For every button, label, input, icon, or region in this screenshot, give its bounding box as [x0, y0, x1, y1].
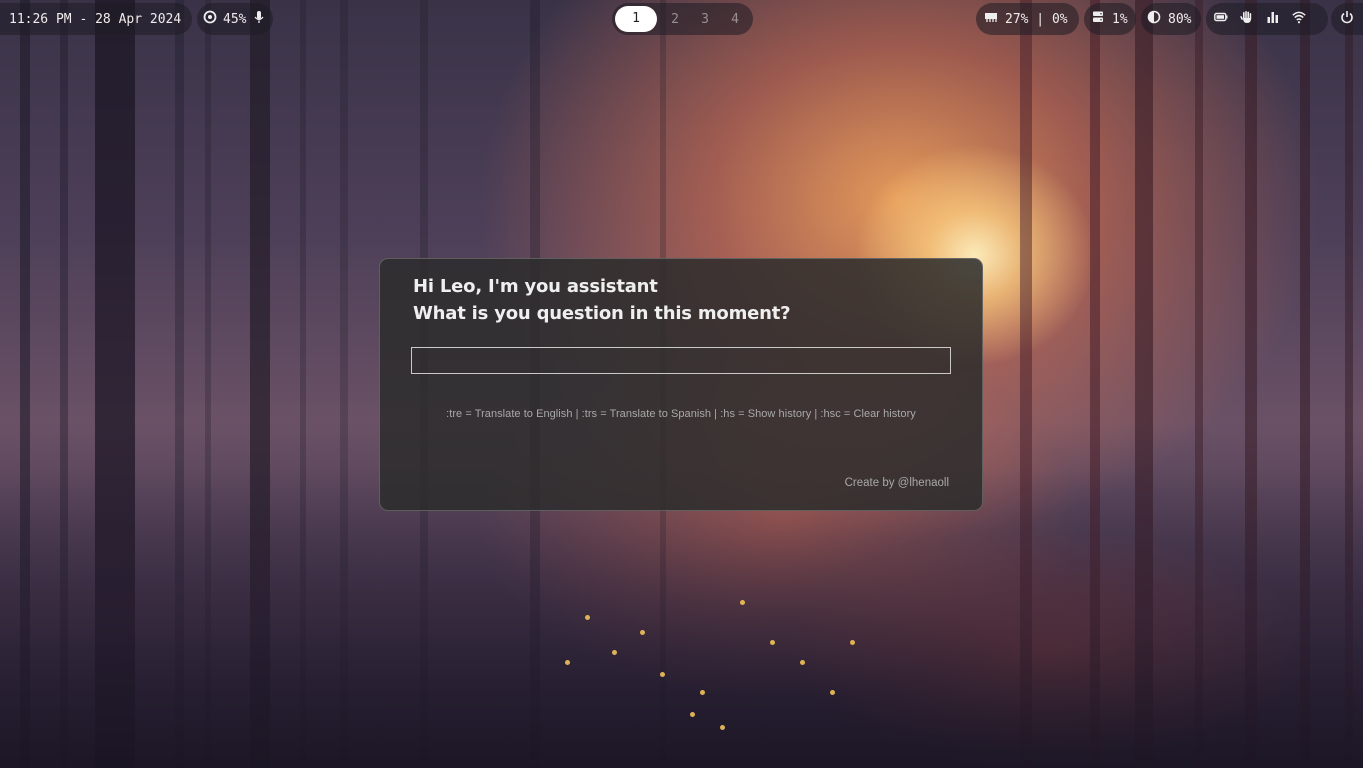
clock-text: 11:26 PM - 28 Apr 2024: [9, 11, 182, 27]
storage-icon: [1091, 10, 1105, 28]
question-input[interactable]: [411, 347, 951, 374]
workspace-4[interactable]: 4: [720, 12, 750, 27]
cpu-widget[interactable]: 27% | 0%: [976, 3, 1079, 35]
brightness-value: 80%: [1168, 11, 1192, 27]
credit-text: Create by @lhenaoll: [844, 477, 949, 489]
volume-value: 45%: [223, 11, 247, 27]
memory-value: 1%: [1112, 11, 1128, 27]
clock[interactable]: 11:26 PM - 28 Apr 2024: [0, 3, 192, 35]
workspace-2[interactable]: 2: [660, 12, 690, 27]
greeting-line-1: Hi Leo, I'm you assistant: [413, 276, 658, 297]
wifi-icon[interactable]: [1292, 10, 1306, 28]
cpu-icon: [984, 10, 998, 28]
volume-widget[interactable]: 45%: [197, 3, 273, 35]
brightness-icon: [1147, 10, 1161, 28]
workspace-1[interactable]: 1: [615, 6, 657, 32]
greeting: Hi Leo, I'm you assistant What is you qu…: [413, 273, 791, 327]
microphone-icon[interactable]: [252, 10, 266, 28]
assistant-dialog: Hi Leo, I'm you assistant What is you qu…: [379, 258, 983, 511]
greeting-line-2: What is you question in this moment?: [413, 303, 791, 324]
workspace-3[interactable]: 3: [690, 12, 720, 27]
volume-icon: [203, 10, 217, 28]
brightness-widget[interactable]: 80%: [1141, 3, 1201, 35]
command-hints: :tre = Translate to English | :trs = Tra…: [446, 408, 916, 420]
power-button[interactable]: [1331, 3, 1363, 35]
battery-icon[interactable]: [1214, 10, 1228, 28]
system-tray: [1206, 3, 1328, 35]
workspace-switcher: 1 2 3 4: [612, 3, 753, 35]
power-icon: [1340, 10, 1354, 28]
hand-icon[interactable]: [1240, 10, 1254, 28]
memory-widget[interactable]: 1%: [1084, 3, 1136, 35]
cpu-value: 27% | 0%: [1005, 11, 1068, 27]
bar-chart-icon[interactable]: [1266, 10, 1280, 28]
